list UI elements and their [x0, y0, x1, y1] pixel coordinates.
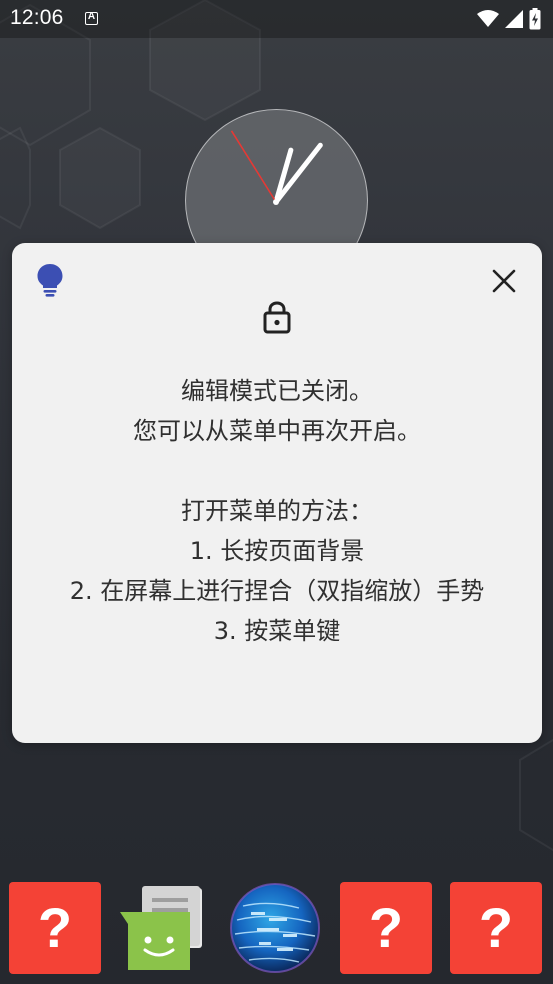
signal-icon — [505, 10, 523, 28]
browser-globe-icon — [230, 883, 320, 973]
question-mark-icon: ? — [368, 896, 404, 959]
dock-app-unknown-1[interactable]: ? — [9, 882, 101, 974]
battery-charging-icon — [529, 8, 541, 30]
wifi-icon — [477, 10, 499, 27]
lightbulb-icon — [37, 264, 63, 297]
status-icons — [477, 8, 541, 30]
dock-app-browser[interactable] — [229, 882, 321, 974]
message-line-edit-mode-off: 编辑模式已关闭。 — [181, 377, 373, 405]
question-mark-icon: ? — [478, 896, 514, 959]
message-line-pinch: 2. 在屏幕上进行捏合（双指缩放）手势 — [69, 577, 485, 605]
dialog-message: 编辑模式已关闭。 您可以从菜单中再次开启。 打开菜单的方法： 1. 长按页面背景… — [42, 371, 512, 651]
status-bar: 12:06 A — [0, 0, 553, 38]
message-line-long-press: 1. 长按页面背景 — [189, 537, 365, 565]
dock-app-unknown-2[interactable]: ? — [340, 882, 432, 974]
dock-app-unknown-3[interactable]: ? — [450, 882, 542, 974]
message-line-how-to-open: 打开菜单的方法： — [181, 497, 373, 525]
clock-center-pin — [273, 199, 279, 205]
a-box-icon: A — [85, 11, 98, 25]
status-time: 12:06 — [10, 6, 64, 29]
close-icon — [492, 269, 516, 293]
edit-mode-dialog: 编辑模式已关闭。 您可以从菜单中再次开启。 打开菜单的方法： 1. 长按页面背景… — [12, 243, 542, 743]
messaging-app-icon — [120, 886, 202, 970]
message-line-reenable: 您可以从菜单中再次开启。 — [133, 417, 421, 445]
clock-second-hand — [230, 130, 277, 203]
close-button[interactable] — [482, 259, 526, 303]
message-line-menu-key: 3. 按菜单键 — [213, 617, 341, 645]
dock-app-messaging[interactable] — [118, 882, 210, 974]
question-mark-icon: ? — [37, 896, 73, 959]
lock-icon — [263, 301, 291, 334]
